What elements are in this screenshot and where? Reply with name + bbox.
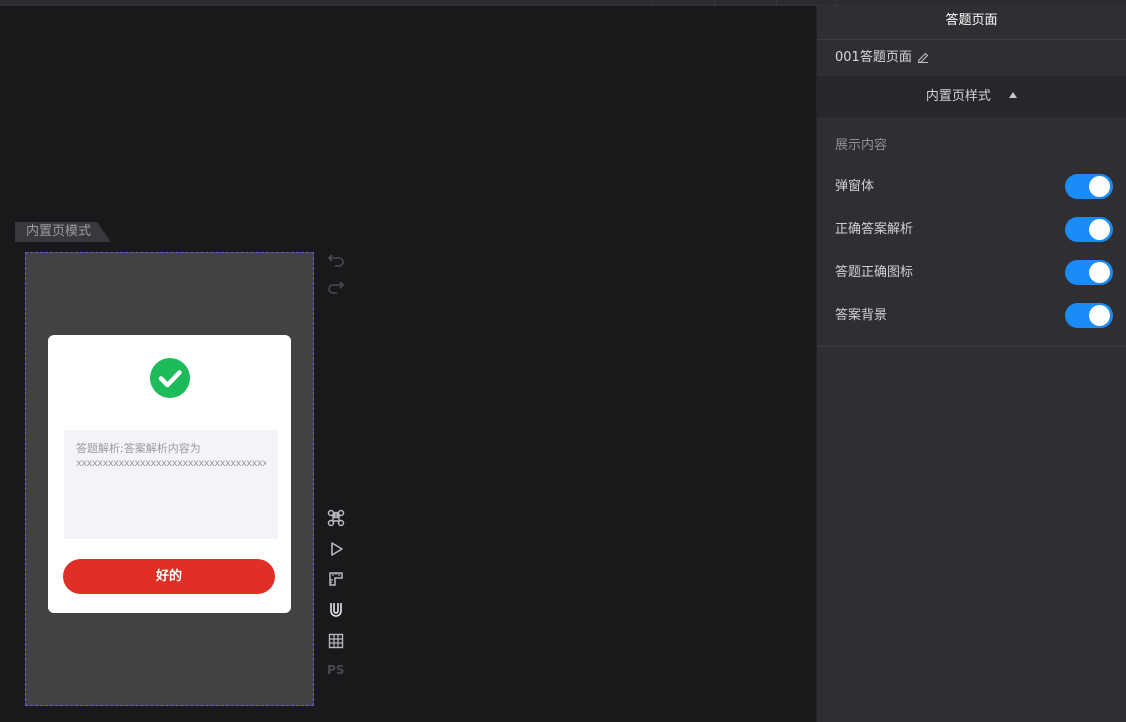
page-name: 001答题页面 — [835, 50, 912, 65]
section-header-builtin-style[interactable]: 内置页样式 — [817, 76, 1126, 117]
redo-icon[interactable] — [327, 277, 345, 295]
dialog-toggle[interactable] — [1065, 174, 1113, 199]
pencil-icon[interactable] — [917, 52, 929, 64]
toggle-label: 答案背景 — [835, 308, 888, 323]
answer-explanation-box: 答题解析:答案解析内容为 xxxxxxxxxxxxxxxxxxxxxxxxxxx… — [64, 430, 278, 539]
toggle-knob — [1089, 262, 1110, 283]
toggle-label: 弹窗体 — [835, 179, 875, 194]
answer-text: xxxxxxxxxxxxxxxxxxxxxxxxxxxxxxxxxxxxxx — [76, 458, 266, 469]
correct-answer-toggle[interactable] — [1065, 217, 1113, 242]
toggle-row-answer-background: 答案背景 — [817, 294, 1126, 337]
undo-icon[interactable] — [327, 250, 345, 268]
ruler-icon[interactable] — [327, 570, 345, 588]
ps-tool[interactable]: PS — [327, 663, 344, 677]
toggle-knob — [1089, 305, 1110, 326]
mode-tab[interactable]: 内置页模式 — [15, 222, 111, 242]
toggle-knob — [1089, 176, 1110, 197]
play-icon[interactable] — [327, 540, 345, 558]
panel-title: 答题页面 — [817, 6, 1126, 40]
answer-label: 答题解析:答案解析内容为 — [76, 442, 201, 455]
section-title: 内置页样式 — [925, 89, 991, 104]
ok-button[interactable]: 好的 — [63, 559, 275, 594]
check-circle-icon — [150, 358, 190, 398]
command-icon[interactable] — [327, 509, 345, 527]
magnet-icon[interactable] — [327, 601, 345, 619]
answer-dialog[interactable]: 答题解析:答案解析内容为 xxxxxxxxxxxxxxxxxxxxxxxxxxx… — [48, 335, 291, 613]
group-label: 展示内容 — [835, 138, 888, 153]
caret-up-icon — [1009, 92, 1018, 98]
grid-icon[interactable] — [327, 632, 345, 650]
toggle-row-correct-answer: 正确答案解析 — [817, 208, 1126, 251]
toggle-label: 答题正确图标 — [835, 265, 914, 280]
answer-background-toggle[interactable] — [1065, 303, 1113, 328]
toggle-label: 正确答案解析 — [835, 222, 914, 237]
correct-icon-toggle[interactable] — [1065, 260, 1113, 285]
page-name-row: 001答题页面 — [817, 40, 1126, 76]
phone-frame[interactable]: 答题解析:答案解析内容为 xxxxxxxxxxxxxxxxxxxxxxxxxxx… — [25, 252, 314, 706]
toggle-knob — [1089, 219, 1110, 240]
toggle-row-correct-icon: 答题正确图标 — [817, 251, 1126, 294]
properties-panel: 答题页面 001答题页面 内置页样式 展示内容 弹窗体 正确答案解析 答题正确图… — [816, 6, 1126, 722]
section-body: 展示内容 弹窗体 正确答案解析 答题正确图标 答案背景 — [817, 117, 1126, 347]
toggle-row-dialog: 弹窗体 — [817, 165, 1126, 208]
